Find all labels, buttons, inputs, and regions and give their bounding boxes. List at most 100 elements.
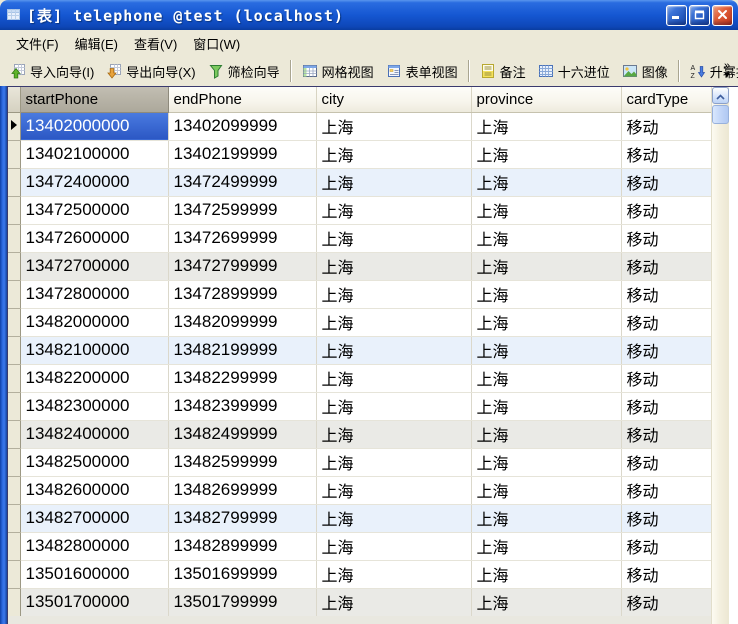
cell-startPhone[interactable]: 13482100000	[20, 336, 168, 364]
cell-endPhone[interactable]: 13402199999	[168, 140, 316, 168]
row-selector[interactable]	[8, 364, 20, 392]
cell-city[interactable]: 上海	[316, 280, 471, 308]
cell-city[interactable]: 上海	[316, 140, 471, 168]
cell-endPhone[interactable]: 13402099999	[168, 112, 316, 140]
cell-city[interactable]: 上海	[316, 168, 471, 196]
cell-startPhone[interactable]: 13482700000	[20, 504, 168, 532]
cell-startPhone[interactable]: 13472800000	[20, 280, 168, 308]
cell-cardType[interactable]: 移动	[621, 308, 712, 336]
cell-endPhone[interactable]: 13482699999	[168, 476, 316, 504]
row-selector[interactable]	[8, 224, 20, 252]
cell-province[interactable]: 上海	[471, 476, 621, 504]
cell-city[interactable]: 上海	[316, 448, 471, 476]
cell-province[interactable]: 上海	[471, 504, 621, 532]
cell-cardType[interactable]: 移动	[621, 168, 712, 196]
cell-startPhone[interactable]: 13472700000	[20, 252, 168, 280]
row-selector[interactable]	[8, 280, 20, 308]
column-header-cardType[interactable]: cardType	[621, 87, 712, 112]
row-selector[interactable]	[8, 336, 20, 364]
cell-startPhone[interactable]: 13472400000	[20, 168, 168, 196]
cell-startPhone[interactable]: 13482600000	[20, 476, 168, 504]
cell-city[interactable]: 上海	[316, 308, 471, 336]
row-selector[interactable]	[8, 308, 20, 336]
cell-endPhone[interactable]: 13482099999	[168, 308, 316, 336]
cell-province[interactable]: 上海	[471, 364, 621, 392]
cell-cardType[interactable]: 移动	[621, 140, 712, 168]
cell-province[interactable]: 上海	[471, 560, 621, 588]
column-header-province[interactable]: province	[471, 87, 621, 112]
maximize-button[interactable]	[689, 5, 710, 26]
column-header-startPhone[interactable]: startPhone	[20, 87, 168, 112]
cell-cardType[interactable]: 移动	[621, 588, 712, 616]
import-wizard-button[interactable]: 导入向导(I)	[5, 59, 99, 84]
cell-startPhone[interactable]: 13482800000	[20, 532, 168, 560]
cell-startPhone[interactable]: 13402000000	[20, 112, 168, 140]
minimize-button[interactable]	[666, 5, 687, 26]
cell-province[interactable]: 上海	[471, 196, 621, 224]
cell-startPhone[interactable]: 13501700000	[20, 588, 168, 616]
cell-city[interactable]: 上海	[316, 196, 471, 224]
cell-province[interactable]: 上海	[471, 224, 621, 252]
cell-cardType[interactable]: 移动	[621, 532, 712, 560]
cell-province[interactable]: 上海	[471, 168, 621, 196]
cell-province[interactable]: 上海	[471, 448, 621, 476]
row-selector[interactable]	[8, 420, 20, 448]
row-selector[interactable]	[8, 140, 20, 168]
vertical-scrollbar[interactable]	[711, 87, 729, 624]
cell-city[interactable]: 上海	[316, 588, 471, 616]
cell-city[interactable]: 上海	[316, 532, 471, 560]
row-selector[interactable]	[8, 560, 20, 588]
toolbar-overflow-button[interactable]: » ▾	[720, 58, 734, 84]
cell-city[interactable]: 上海	[316, 112, 471, 140]
cell-province[interactable]: 上海	[471, 420, 621, 448]
menu-window[interactable]: 窗口(W)	[185, 31, 248, 56]
cell-endPhone[interactable]: 13482799999	[168, 504, 316, 532]
cell-endPhone[interactable]: 13472899999	[168, 280, 316, 308]
cell-province[interactable]: 上海	[471, 532, 621, 560]
cell-cardType[interactable]: 移动	[621, 476, 712, 504]
cell-endPhone[interactable]: 13501799999	[168, 588, 316, 616]
row-selector[interactable]	[8, 588, 20, 616]
cell-city[interactable]: 上海	[316, 364, 471, 392]
row-selector[interactable]	[8, 448, 20, 476]
cell-startPhone[interactable]: 13482200000	[20, 364, 168, 392]
export-wizard-button[interactable]: 导出向导(X)	[101, 59, 200, 84]
cell-province[interactable]: 上海	[471, 588, 621, 616]
cell-endPhone[interactable]: 13472799999	[168, 252, 316, 280]
cell-endPhone[interactable]: 13482399999	[168, 392, 316, 420]
cell-city[interactable]: 上海	[316, 336, 471, 364]
cell-endPhone[interactable]: 13472699999	[168, 224, 316, 252]
scroll-up-button[interactable]	[712, 87, 729, 104]
cell-cardType[interactable]: 移动	[621, 560, 712, 588]
cell-city[interactable]: 上海	[316, 252, 471, 280]
row-selector[interactable]	[8, 196, 20, 224]
cell-startPhone[interactable]: 13482400000	[20, 420, 168, 448]
title-bar[interactable]: [表] telephone @test (localhost)	[0, 0, 738, 30]
cell-startPhone[interactable]: 13482300000	[20, 392, 168, 420]
memo-button[interactable]: 备注	[475, 59, 531, 84]
close-button[interactable]	[712, 5, 733, 26]
cell-startPhone[interactable]: 13501600000	[20, 560, 168, 588]
cell-startPhone[interactable]: 13482500000	[20, 448, 168, 476]
cell-cardType[interactable]: 移动	[621, 392, 712, 420]
cell-endPhone[interactable]: 13482899999	[168, 532, 316, 560]
cell-city[interactable]: 上海	[316, 224, 471, 252]
cell-city[interactable]: 上海	[316, 476, 471, 504]
grid-view-button[interactable]: 网格视图	[297, 59, 379, 84]
cell-cardType[interactable]: 移动	[621, 280, 712, 308]
cell-province[interactable]: 上海	[471, 140, 621, 168]
cell-cardType[interactable]: 移动	[621, 112, 712, 140]
cell-startPhone[interactable]: 13472600000	[20, 224, 168, 252]
cell-province[interactable]: 上海	[471, 336, 621, 364]
cell-province[interactable]: 上海	[471, 252, 621, 280]
row-selector[interactable]	[8, 112, 20, 140]
row-selector[interactable]	[8, 532, 20, 560]
image-button[interactable]: 图像	[617, 59, 673, 84]
row-selector[interactable]	[8, 476, 20, 504]
filter-wizard-button[interactable]: 筛检向导	[203, 59, 285, 84]
cell-city[interactable]: 上海	[316, 560, 471, 588]
cell-province[interactable]: 上海	[471, 308, 621, 336]
cell-endPhone[interactable]: 13472599999	[168, 196, 316, 224]
cell-endPhone[interactable]: 13482199999	[168, 336, 316, 364]
cell-city[interactable]: 上海	[316, 392, 471, 420]
